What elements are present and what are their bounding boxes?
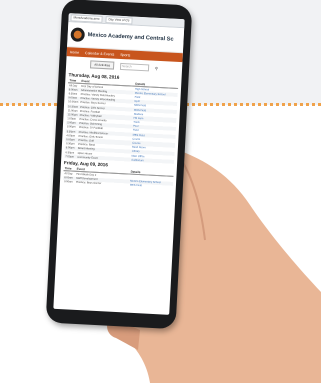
nav-item[interactable]: Home [70, 50, 80, 54]
event-time: 7:00pm [64, 154, 77, 160]
nav-item[interactable]: Calendar & Events [85, 51, 114, 57]
search-input[interactable]: Search [119, 62, 150, 71]
event-location[interactable]: Auditorium [130, 157, 175, 165]
school-logo-icon [70, 27, 86, 43]
day-section: Friday, Aug 09, 2016 Time Event Details … [60, 160, 177, 190]
browser-tab[interactable]: MoreAcademy.aero [70, 13, 103, 23]
nav-item[interactable]: Sports [120, 52, 130, 57]
browser-tab[interactable]: Day View of CS [105, 15, 133, 25]
phone-body: MoreAcademy.aero Day View of CS Mexico A… [45, 0, 193, 330]
filter-button[interactable]: All Activities [90, 60, 115, 70]
event-time: 9:00am [63, 180, 73, 184]
events-table: Time Event Details All Day First Day of S… [64, 78, 179, 165]
phone-screen: MoreAcademy.aero Day View of CS Mexico A… [53, 13, 185, 315]
day-section: Thursday, Aug 08, 2016 Time Event Detail… [61, 72, 181, 165]
search-icon[interactable]: ⚲ [155, 65, 158, 70]
site-title: Mexico Academy and Central Sc [87, 32, 174, 43]
smartphone: MoreAcademy.aero Day View of CS Mexico A… [0, 0, 321, 383]
event-location[interactable]: MES Field [129, 183, 173, 189]
